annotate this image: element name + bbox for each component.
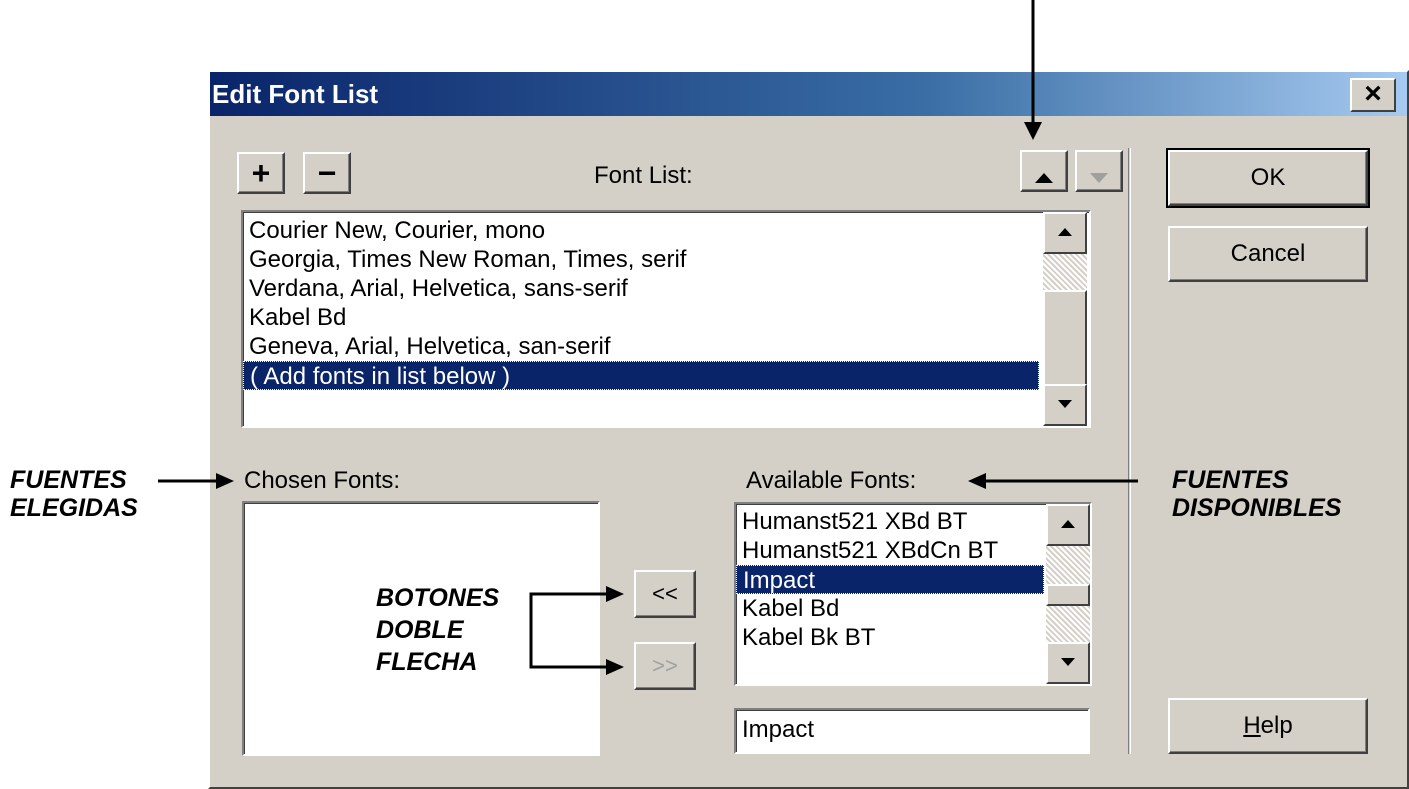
- arrowhead-right-icon: [606, 659, 624, 675]
- bracket-to-remove-button: [529, 594, 614, 669]
- arrowhead-left-icon: [968, 473, 986, 489]
- arrowhead-down-icon: [1024, 122, 1042, 140]
- bracket-to-add-button: [529, 592, 614, 667]
- arrowhead-right-icon: [606, 586, 624, 602]
- arrowhead-right-icon: [216, 473, 234, 489]
- annotation-arrows: [158, 0, 1138, 675]
